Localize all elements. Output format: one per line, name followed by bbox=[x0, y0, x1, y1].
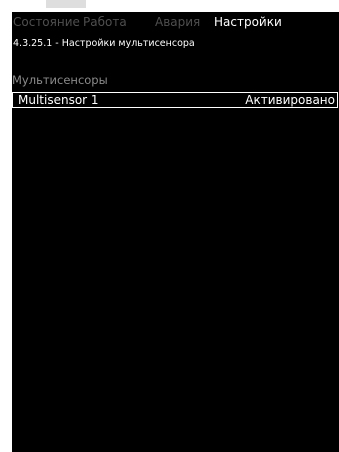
display-screen: Состояние Работа Авария Настройки 4.3.25… bbox=[12, 12, 339, 452]
top-decoration bbox=[46, 0, 86, 8]
list-item-status: Активировано bbox=[245, 93, 335, 107]
list-item-multisensor-1[interactable]: Multisensor 1 Активировано bbox=[12, 92, 338, 108]
tab-bar: Состояние Работа Авария Настройки bbox=[12, 12, 339, 32]
tab-operation[interactable]: Работа bbox=[82, 15, 127, 29]
section-heading: Мультисенсоры bbox=[12, 73, 108, 87]
tab-status[interactable]: Состояние bbox=[12, 15, 80, 29]
tab-settings[interactable]: Настройки bbox=[210, 12, 282, 32]
tab-alarm[interactable]: Авария bbox=[154, 15, 200, 29]
list-item-name: Multisensor 1 bbox=[18, 93, 99, 107]
page-title: 4.3.25.1 - Настройки мультисенсора bbox=[13, 38, 195, 49]
